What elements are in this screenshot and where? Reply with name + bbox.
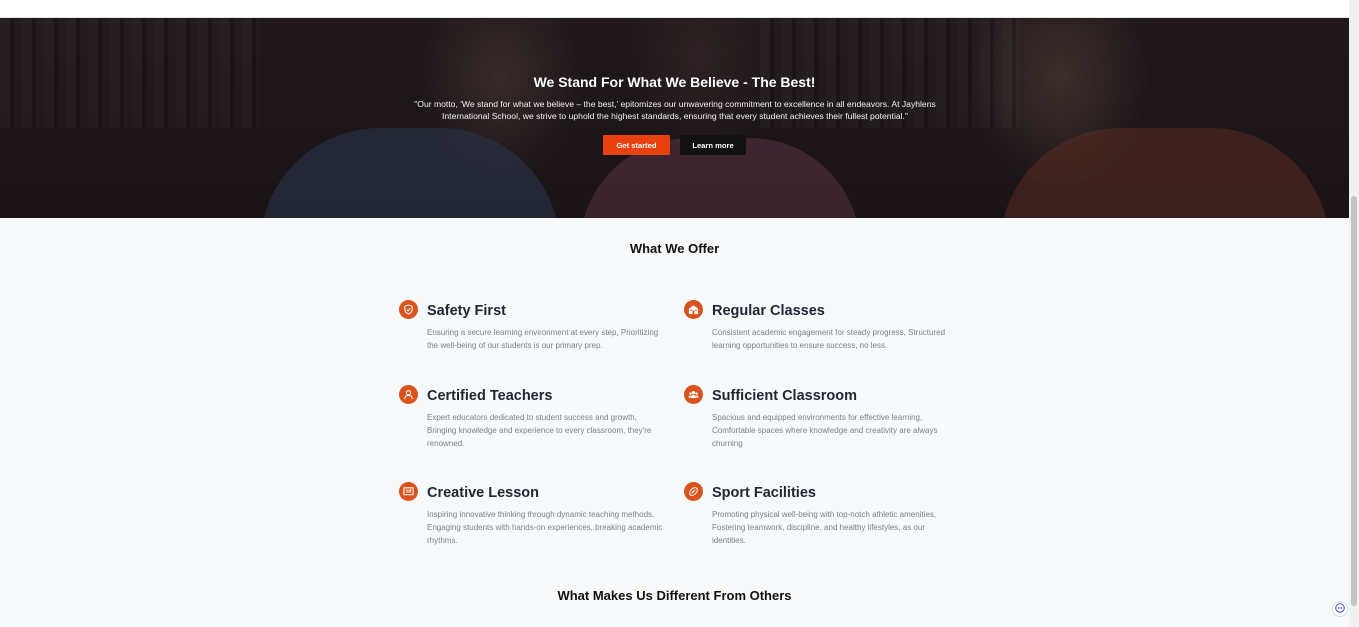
what-we-offer-heading: What We Offer [629,241,720,256]
chat-bot-icon [1335,600,1345,618]
scrollbar-thumb[interactable] [1351,196,1357,606]
feature-title: Safety First [427,303,506,319]
feature-description: Spacious and equipped environments for e… [712,413,938,448]
teacher-icon [399,385,418,404]
hero-motto-text: "Our motto, 'We stand for what we believ… [414,99,936,121]
feature-title: Certified Teachers [427,388,553,404]
ball-icon [684,482,703,501]
feature-description: Expert educators dedicated to student su… [427,413,652,448]
group-icon [684,385,703,404]
learn-more-button[interactable]: Learn more [680,135,746,155]
feature-title: Sufficient Classroom [712,388,858,404]
chat-widget-button[interactable] [1332,601,1348,617]
hero-banner: We Stand For What We Believe - The Best!… [0,18,1349,218]
feature-description: Promoting physical well-being with top-n… [712,510,937,545]
browser-top-strip [0,0,1349,18]
feature-description: Consistent academic engagement for stead… [712,328,946,350]
page-scrollbar[interactable] [1349,0,1359,627]
shield-icon [399,300,418,319]
feature-description: Inspiring innovative thinking through dy… [427,510,663,545]
board-icon [399,482,418,501]
get-started-button[interactable]: Get started [603,135,670,155]
feature-title: Creative Lesson [427,485,540,501]
feature-description: Ensuring a secure learning environment a… [427,328,659,350]
hero-title: We Stand For What We Believe - The Best! [533,74,816,90]
what-makes-us-different-heading: What Makes Us Different From Others [557,588,792,603]
feature-title: Sport Facilities [712,485,816,501]
school-building-icon [684,300,703,319]
feature-title: Regular Classes [712,303,825,319]
